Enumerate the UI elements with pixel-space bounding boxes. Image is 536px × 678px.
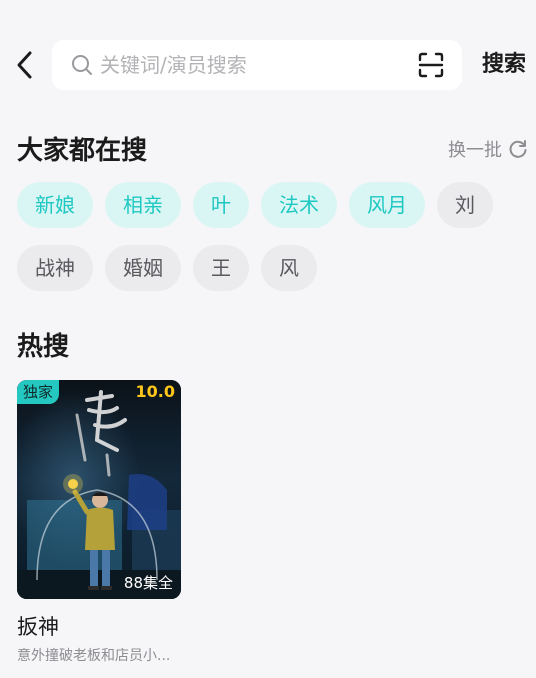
refresh-button[interactable]: 换一批 — [448, 136, 528, 162]
tag-hot[interactable]: 新娘 — [17, 182, 93, 228]
episode-count: 88集全 — [123, 574, 173, 592]
tag-hot[interactable]: 相亲 — [105, 182, 181, 228]
search-box[interactable] — [52, 40, 462, 90]
tag-row: 战神 婚姻 王 风 — [17, 245, 527, 291]
tag[interactable]: 刘 — [437, 182, 493, 228]
search-submit-button[interactable]: 搜索 — [482, 40, 526, 90]
tag[interactable]: 战神 — [17, 245, 93, 291]
trending-section-title: 大家都在搜 — [17, 136, 148, 166]
tag[interactable]: 王 — [193, 245, 249, 291]
tag-row: 新娘 相亲 叶 法术 风月 刘 — [17, 182, 527, 228]
drama-description: 意外撞破老板和店员小... — [17, 648, 171, 664]
poster-image — [17, 380, 181, 599]
chevron-left-icon — [17, 51, 32, 79]
back-button[interactable] — [10, 46, 40, 84]
rating-badge: 10.0 — [135, 382, 175, 401]
drama-title[interactable]: 扳神 — [17, 611, 181, 641]
tag[interactable]: 风 — [261, 245, 317, 291]
poster[interactable]: 独家 10.0 88集全 — [17, 380, 181, 599]
exclusive-badge: 独家 — [17, 380, 60, 404]
tag-hot[interactable]: 法术 — [261, 182, 337, 228]
search-input[interactable] — [100, 53, 400, 77]
refresh-label: 换一批 — [448, 140, 502, 161]
tag[interactable]: 婚姻 — [105, 245, 181, 291]
scan-button[interactable] — [418, 52, 444, 78]
top-bar: 搜索 — [0, 40, 536, 90]
hot-section-title: 热搜 — [17, 332, 70, 362]
tag-hot[interactable]: 叶 — [193, 182, 249, 228]
search-icon — [70, 53, 94, 77]
scan-icon — [418, 52, 444, 78]
trending-tags: 新娘 相亲 叶 法术 风月 刘 战神 婚姻 王 风 — [17, 182, 527, 308]
drama-card[interactable]: 独家 10.0 88集全 扳神 意外撞破老板和店员小... — [17, 380, 181, 665]
refresh-icon — [509, 140, 527, 158]
tag-hot[interactable]: 风月 — [349, 182, 425, 228]
